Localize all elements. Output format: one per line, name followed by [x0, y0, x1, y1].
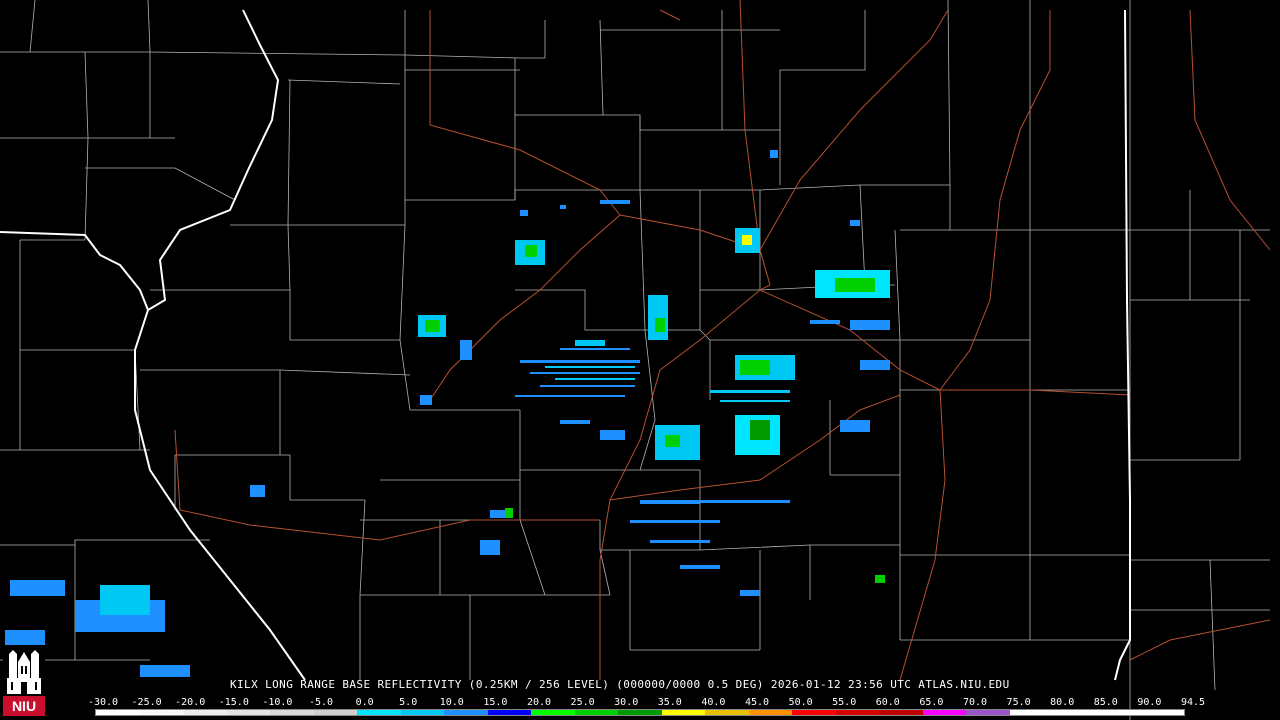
- product-caption: KILX LONG RANGE BASE REFLECTIVITY (0.25K…: [230, 678, 1010, 691]
- scale-swatch: [879, 710, 923, 715]
- scale-label: 35.0: [657, 697, 682, 708]
- scale-swatch: [792, 710, 836, 715]
- scale-swatch: [574, 710, 619, 715]
- scale-label: 65.0: [919, 697, 944, 708]
- scale-swatch: [357, 710, 401, 715]
- reflectivity-scale-labels: -30.0 -25.0 -20.0 -15.0 -10.0 -5.0 0.0 5.0 10.0 1…: [88, 697, 1205, 709]
- niu-logo-text: NIU: [12, 698, 36, 714]
- echo-band-southwest-cyan: [100, 585, 150, 615]
- echo-cluster-east-far-core: [835, 278, 875, 292]
- scale-swatch: [1009, 710, 1054, 715]
- radar-reflectivity-echoes: [5, 150, 890, 677]
- scale-swatch: [1096, 710, 1141, 715]
- echo-cluster-east-mid-core: [740, 360, 770, 375]
- scale-label: 5.0: [399, 697, 418, 708]
- scale-label: -30.0: [87, 697, 119, 708]
- scale-swatch: [313, 710, 358, 715]
- scale-swatch: [661, 710, 706, 715]
- echo-cluster-north-core: [655, 318, 665, 332]
- scale-label: -25.0: [131, 697, 162, 708]
- scale-label: 85.0: [1093, 697, 1118, 708]
- echo-cluster-nw-core: [525, 245, 537, 257]
- echo-cluster-west: [515, 348, 640, 397]
- caption-code: (000000/0000: [616, 678, 701, 691]
- scale-label: -5.0: [308, 697, 334, 708]
- scale-label: 45.0: [744, 697, 770, 708]
- echo-cluster-south-core: [665, 435, 680, 447]
- radar-map: [0, 0, 1271, 720]
- scale-label: 90.0: [1137, 697, 1162, 708]
- scale-label: 70.0: [962, 697, 988, 708]
- echo-cluster-southeast-core: [750, 420, 770, 440]
- scale-label: 80.0: [1050, 697, 1075, 708]
- scale-swatch: [1140, 710, 1184, 715]
- reflectivity-color-scale: [95, 709, 1185, 716]
- scale-swatch: [966, 710, 1010, 715]
- niu-logo: NIU: [3, 648, 45, 716]
- scale-swatch: [922, 710, 967, 715]
- scale-swatch: [400, 710, 445, 715]
- echo-scatter-green: [505, 508, 885, 583]
- state-boundaries: [0, 9, 1131, 681]
- scale-label: 60.0: [875, 697, 900, 708]
- caption-station: KILX: [230, 678, 259, 691]
- scale-label: 15.0: [483, 697, 508, 708]
- scale-label: 55.0: [832, 697, 857, 708]
- caption-datetime: 2026-01-12 23:56 UTC: [770, 678, 912, 691]
- scale-swatch: [1053, 710, 1097, 715]
- scale-label: 75.0: [1006, 697, 1031, 708]
- echo-cluster-ne-core: [742, 235, 752, 245]
- scale-label: -15.0: [218, 697, 249, 708]
- caption-resolution: (0.25KM / 256 LEVEL): [468, 678, 610, 691]
- caption-site: ATLAS.NIU.EDU: [918, 678, 1010, 691]
- scale-swatch: [748, 710, 793, 715]
- scale-swatch: [487, 710, 532, 715]
- scale-label: 94.5: [1180, 697, 1206, 708]
- scale-swatch: [183, 710, 227, 715]
- scale-swatch: [96, 710, 140, 715]
- scale-swatch: [705, 710, 749, 715]
- scale-label: 50.0: [788, 697, 813, 708]
- scale-swatch: [835, 710, 880, 715]
- echo-cluster-north: [648, 295, 668, 340]
- scale-swatch: [226, 710, 271, 715]
- scale-swatch: [139, 710, 184, 715]
- scale-label: 30.0: [614, 697, 639, 708]
- scale-label: 40.0: [701, 697, 726, 708]
- scale-label: 0.0: [355, 697, 374, 708]
- scale-label: -10.0: [262, 697, 293, 708]
- scale-swatch: [531, 710, 575, 715]
- caption-elevation: 0.5 DEG): [707, 678, 764, 691]
- scale-swatch: [618, 710, 662, 715]
- scale-swatch: [270, 710, 314, 715]
- scale-label: -20.0: [175, 697, 206, 708]
- scale-swatch: [444, 710, 488, 715]
- scale-label: 20.0: [526, 697, 552, 708]
- caption-product: LONG RANGE BASE REFLECTIVITY: [265, 678, 462, 691]
- echo-cluster-west-far-core: [425, 320, 440, 332]
- scale-label: 25.0: [570, 697, 595, 708]
- scale-label: 10.0: [439, 697, 464, 708]
